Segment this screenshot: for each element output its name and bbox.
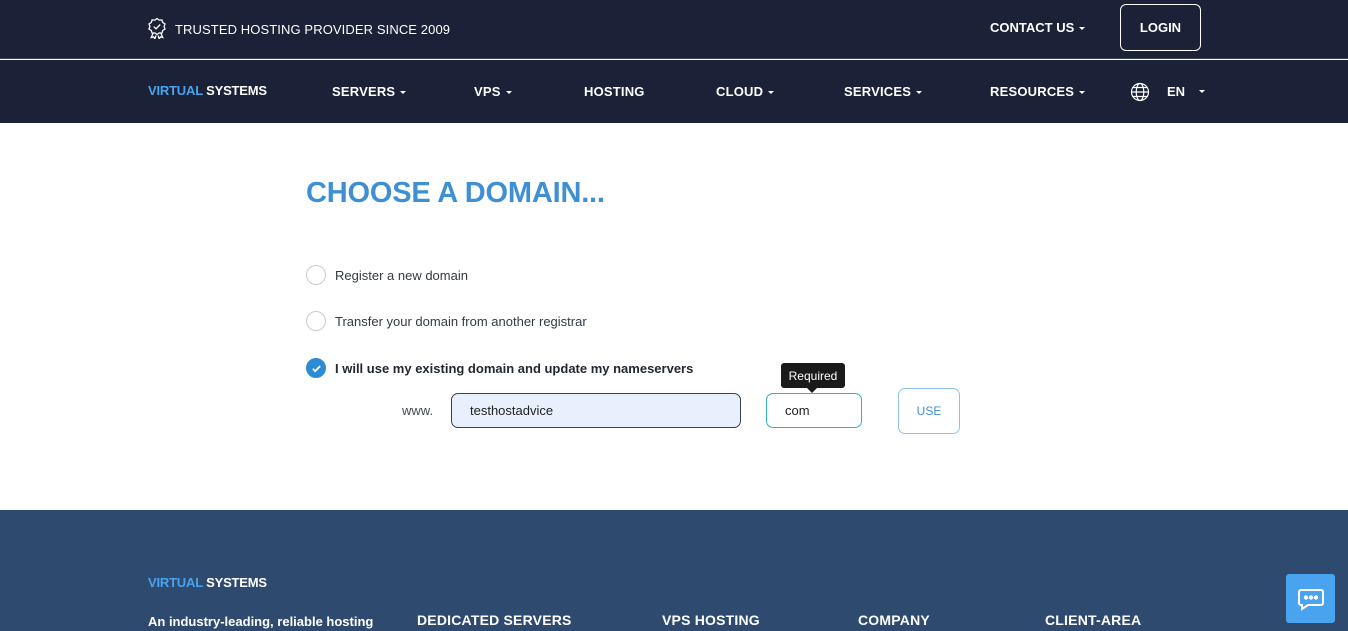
- radio-existing-domain[interactable]: [306, 358, 326, 378]
- language-selector[interactable]: EN: [1167, 84, 1185, 99]
- page-title: CHOOSE A DOMAIN...: [306, 177, 605, 209]
- brand-logo-part1: VIRTUAL: [148, 575, 203, 590]
- option-label: I will use my existing domain and update…: [335, 360, 694, 376]
- radio-register-domain[interactable]: [306, 265, 326, 285]
- contact-us-menu[interactable]: CONTACT US: [990, 20, 1086, 35]
- nav-item-services[interactable]: SERVICES: [844, 84, 923, 99]
- use-button[interactable]: USE: [898, 388, 960, 434]
- nav-item-label: HOSTING: [584, 84, 645, 99]
- brand-logo[interactable]: VIRTUAL SYSTEMS: [148, 83, 267, 98]
- option-register-domain[interactable]: Register a new domain: [306, 265, 468, 285]
- chevron-down-icon: [916, 91, 923, 95]
- globe-icon[interactable]: [1130, 82, 1150, 102]
- nav-item-label: SERVICES: [844, 84, 912, 99]
- nav-item-label: VPS: [474, 84, 501, 99]
- badge-check-icon: [147, 17, 167, 42]
- footer-col-company[interactable]: COMPANY: [858, 612, 930, 628]
- required-tooltip: Required: [781, 363, 845, 393]
- nav-item-servers[interactable]: SERVERS: [332, 84, 407, 99]
- radio-transfer-domain[interactable]: [306, 311, 326, 331]
- nav-item-label: RESOURCES: [990, 84, 1075, 99]
- chat-icon: [1297, 588, 1324, 611]
- footer-col-dedicated-servers[interactable]: DEDICATED SERVERS: [417, 612, 572, 628]
- chevron-down-icon[interactable]: [1199, 90, 1205, 93]
- nav-item-label: SERVERS: [332, 84, 396, 99]
- chevron-down-icon: [1079, 27, 1086, 31]
- chat-button[interactable]: [1286, 574, 1335, 623]
- chevron-down-icon: [400, 91, 407, 95]
- option-transfer-domain[interactable]: Transfer your domain from another regist…: [306, 311, 587, 331]
- domain-name-input[interactable]: [451, 393, 741, 428]
- nav-item-cloud[interactable]: CLOUD: [716, 84, 775, 99]
- nav-item-label: CLOUD: [716, 84, 764, 99]
- brand-logo-part2: SYSTEMS: [206, 575, 267, 590]
- main-nav: VIRTUAL SYSTEMS SERVERS VPS HOSTING CLOU…: [0, 60, 1348, 123]
- nav-item-resources[interactable]: RESOURCES: [990, 84, 1086, 99]
- option-existing-domain[interactable]: I will use my existing domain and update…: [306, 358, 693, 378]
- option-label: Register a new domain: [335, 267, 468, 283]
- nav-item-hosting[interactable]: HOSTING: [584, 84, 645, 99]
- chevron-down-icon: [768, 91, 775, 95]
- brand-logo-part1: VIRTUAL: [148, 83, 203, 98]
- option-label: Transfer your domain from another regist…: [335, 313, 587, 329]
- nav-item-vps[interactable]: VPS: [474, 84, 512, 99]
- footer-col-vps-hosting[interactable]: VPS HOSTING: [662, 612, 760, 628]
- chevron-down-icon: [505, 91, 512, 95]
- login-button[interactable]: LOGIN: [1120, 4, 1201, 51]
- footer-col-client-area[interactable]: CLIENT-AREA: [1045, 612, 1141, 628]
- footer-tagline: An industry-leading, reliable hosting: [148, 614, 374, 629]
- contact-us-label: CONTACT US: [990, 20, 1075, 35]
- footer-brand-logo[interactable]: VIRTUAL SYSTEMS: [148, 575, 267, 590]
- footer: VIRTUAL SYSTEMS An industry-leading, rel…: [0, 510, 1348, 631]
- brand-logo-part2: SYSTEMS: [206, 83, 267, 98]
- chevron-down-icon: [1079, 91, 1086, 95]
- tld-input[interactable]: [766, 393, 862, 428]
- trust-badge: TRUSTED HOSTING PROVIDER SINCE 2009: [147, 17, 450, 42]
- top-bar: TRUSTED HOSTING PROVIDER SINCE 2009 CONT…: [0, 0, 1348, 59]
- trust-text: TRUSTED HOSTING PROVIDER SINCE 2009: [175, 22, 451, 37]
- www-prefix: www.: [402, 403, 434, 418]
- check-icon: [311, 364, 321, 372]
